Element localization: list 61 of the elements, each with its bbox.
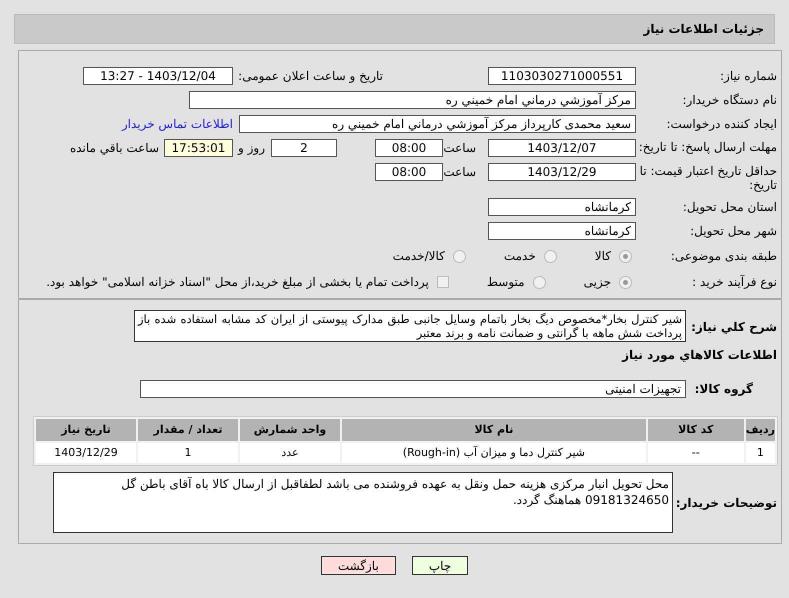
field-label: مهلت ارسال پاسخ: تا تاریخ: [638,139,778,154]
field-label: تاریخ و ساعت اعلان عمومی: [237,69,383,83]
field-label: خدمت [504,249,536,263]
table-cell: شیر کنترل دما و میزان آب (Rough-in) [342,443,646,463]
radio-button[interactable] [452,250,466,262]
need-number-field: 1103030271000551 [488,67,636,85]
validity-date-field: 1403/12/29 [488,163,636,181]
goods-group-field: تجهیزات امنیتی [140,380,686,398]
table-cell: 1403/12/29 [36,443,136,463]
field-label: ایجاد کننده درخواست: [665,117,778,131]
back-button[interactable]: بازگشت [320,556,396,575]
deadline-date-field: 1403/12/07 [488,139,636,157]
table-cell: 1 [138,443,238,463]
print-button[interactable]: چاپ [412,556,468,575]
field-label: ساعت [443,141,477,155]
field-label: طبقه بندی موضوعی: [670,249,778,263]
province-field: کرمانشاه [488,198,636,216]
buyer-org-field: مرکز آموزشي درماني امام خميني ره [189,91,636,109]
remaining-time-field: 17:53:01 [164,139,233,157]
field-label: حداقل تاریخ اعتبار قیمت: تا تاریخ: [638,163,778,192]
announce-date-field: 1403/12/04 - 13:27 [83,67,233,85]
description-textarea[interactable]: شیر کنترل بخار*مخصوص دیگ بخار باتمام وسایل جانبی طبق مدارک پیوستی از ایران کد مشابه استفاده شده باز پرداخت شش ماهه با گرانتی و ضمانت نامه و برند معتبر [134,310,686,342]
field-label: متوسط [486,275,525,289]
field-label: جزیی [584,275,611,289]
buyer-contact-link[interactable]: اطلاعات تماس خریدار [122,115,233,133]
field-label: پرداخت تمام یا بخشی از مبلغ خرید،از محل "اسناد خزانه اسلامی" خواهد بود. [46,275,429,289]
requester-field: سعید محمدی کارپرداز مرکز آموزشي درماني امام خميني ره [239,115,636,133]
column-header: ردیف [746,419,775,441]
days-field: 2 [271,139,337,157]
field-label: روز و [236,141,266,155]
table-cell: -- [648,443,744,463]
column-header: تاریخ نیاز [36,419,136,441]
column-header: واحد شمارش [240,419,340,441]
page-title: جزئیات اطلاعات نیاز [643,21,764,38]
column-header: تعداد / مقدار [138,419,238,441]
field-label: توضیحات خریدار: [674,496,778,510]
field-label: کالا [594,249,611,263]
field-label: ساعت باقي مانده [70,141,160,155]
field-label: نوع فرآیند خرید : [691,275,778,289]
column-header: نام کالا [342,419,646,441]
city-field: کرمانشاه [488,222,636,240]
deadline-time-field: 08:00 [375,139,443,157]
field-label: کالا/خدمت [392,249,445,263]
column-header: کد کالا [648,419,744,441]
field-label: شرح کلي نیاز: [690,319,778,334]
field-label: گروه کالا: [694,382,754,396]
radio-button[interactable] [619,276,632,288]
field-label: نام دستگاه خریدار: [682,93,778,107]
field-label: ساعت [443,165,477,179]
buyer-notes-textarea[interactable]: محل تحویل انبار مرکزی هزینه حمل ونقل به عهده فروشنده می باشد لطفاقبل از ارسال کالا باه آقای باطن گل 09181324650 هماهنگ گردد. [53,472,673,533]
field-label: شهر محل تحویل: [689,224,778,238]
table-cell: عدد [240,443,340,463]
radio-button[interactable] [532,276,546,288]
table-cell: 1 [746,443,775,463]
field-label: استان محل تحویل: [682,200,778,214]
radio-button[interactable] [544,250,557,262]
field-label: شماره نیاز: [719,69,778,83]
field-label: اطلاعات کالاهاي مورد نیاز [620,348,778,362]
validity-time-field: 08:00 [375,163,443,181]
radio-button[interactable] [619,250,632,262]
checkbox[interactable] [436,276,449,288]
